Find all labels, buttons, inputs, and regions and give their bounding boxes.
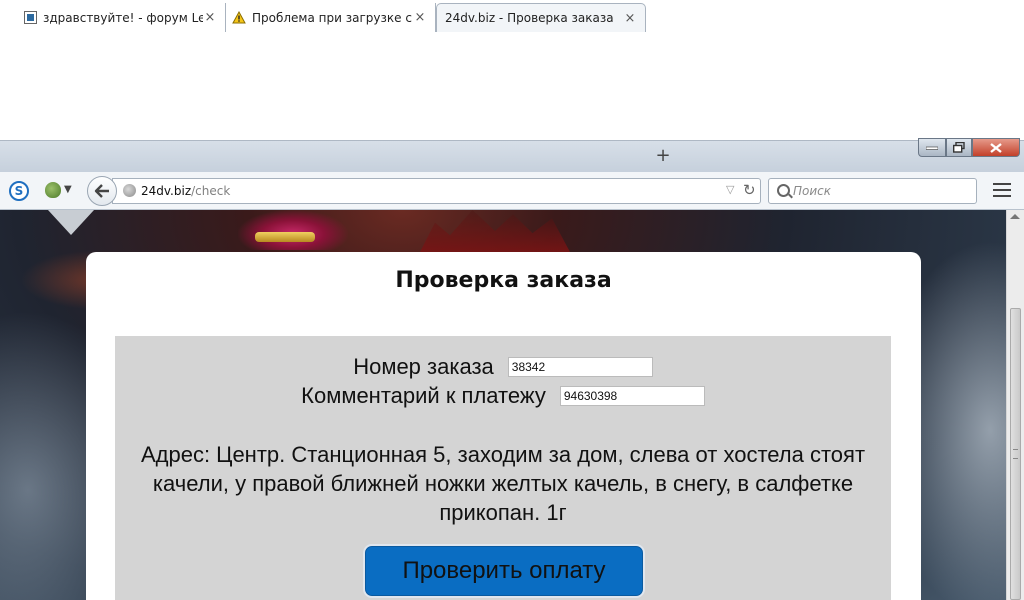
reload-icon[interactable]: ↻ (743, 181, 756, 199)
close-tab-icon[interactable]: × (203, 10, 217, 25)
scroll-up-icon[interactable] (1010, 214, 1020, 219)
castle-decoration (420, 210, 570, 252)
comment-label: Комментарий к платежу (301, 383, 546, 408)
order-number-input[interactable] (507, 357, 653, 377)
scroll-thumb[interactable] (1010, 308, 1021, 600)
url-text: 24dv.biz/check (141, 184, 230, 198)
page-viewport: Проверка заказа Номер заказа Комментарий… (0, 210, 1006, 600)
window-close-icon[interactable] (972, 138, 1020, 157)
comment-input[interactable] (559, 386, 705, 406)
skype-addon-icon[interactable]: S (9, 181, 29, 201)
url-domain: 24dv.biz (141, 184, 192, 198)
vertical-scrollbar[interactable] (1006, 210, 1024, 600)
close-tab-icon[interactable]: × (413, 10, 427, 25)
tab-problem[interactable]: Проблема при загрузке с... × (226, 3, 436, 32)
tab-strip (0, 140, 1024, 172)
history-dropdown-icon[interactable]: ▽ (726, 183, 734, 196)
order-form: Номер заказа Комментарий к платежу Адрес… (115, 336, 891, 600)
search-icon (777, 184, 790, 197)
tor-onion-icon[interactable] (45, 182, 61, 198)
window-controls (918, 138, 1020, 159)
hamburger-menu-icon[interactable] (993, 183, 1011, 197)
tab-check-order[interactable]: 24dv.biz - Проверка заказа × (436, 3, 646, 32)
tab-title: Проблема при загрузке с... (252, 10, 413, 25)
arrow-left-icon (94, 184, 109, 198)
url-path: /check (191, 184, 231, 198)
order-number-row: Номер заказа (115, 354, 891, 380)
search-input[interactable] (793, 182, 963, 200)
chevron-down-icon[interactable]: ▼ (64, 184, 72, 195)
crown-decoration (255, 232, 315, 242)
minimize-icon[interactable] (918, 138, 946, 157)
navigation-bar: S ▼ 24dv.biz/check ▽ ↻ (0, 172, 1024, 210)
comment-row: Комментарий к платежу (115, 383, 891, 409)
address-text: Адрес: Центр. Станционная 5, заходим за … (140, 442, 866, 525)
warning-icon (232, 11, 246, 25)
globe-icon (123, 184, 136, 197)
forum-favicon-icon (23, 11, 37, 25)
tab-title: здравствуйте! - форум Le... (43, 10, 203, 25)
close-tab-icon[interactable]: × (623, 11, 637, 26)
search-bar[interactable] (768, 178, 977, 204)
check-payment-button[interactable]: Проверить оплату (365, 546, 643, 596)
order-number-label: Номер заказа (353, 354, 494, 379)
order-check-card: Проверка заказа Номер заказа Комментарий… (86, 252, 921, 600)
address-bar[interactable]: 24dv.biz/check ▽ ↻ (112, 178, 761, 204)
crown-decoration (238, 210, 348, 250)
pointer-triangle (48, 210, 94, 235)
new-tab-button[interactable]: + (654, 147, 672, 165)
tab-forum[interactable]: здравствуйте! - форум Le... × (17, 3, 226, 32)
restore-icon[interactable] (946, 138, 972, 157)
tab-title: 24dv.biz - Проверка заказа (445, 11, 614, 25)
back-button[interactable] (87, 176, 117, 206)
page-title: Проверка заказа (395, 268, 612, 293)
